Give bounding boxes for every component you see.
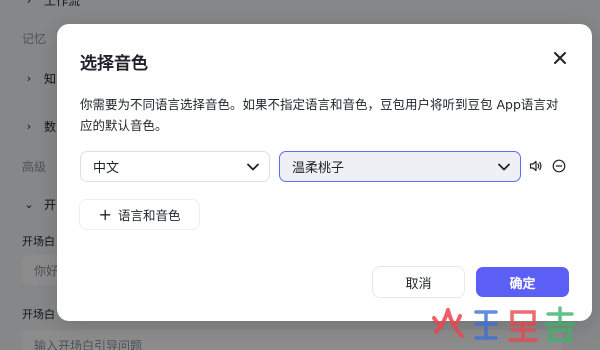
watermark-logo (430, 302, 580, 346)
chevron-down-icon (247, 161, 259, 173)
add-button-label: 语言和音色 (117, 208, 181, 223)
chevron-down-icon (498, 161, 510, 173)
plus-icon: + (98, 204, 112, 224)
voice-select-value: 温柔桃子 (292, 161, 345, 176)
add-language-voice-button[interactable]: + 语言和音色 (80, 200, 199, 229)
speaker-icon (529, 160, 542, 172)
watermark-graphic (432, 306, 576, 342)
dialog-description: 你需要为不同语言选择音色。如果不指定语言和音色，豆包用户将听到豆包 App语言对… (80, 97, 559, 133)
confirm-button[interactable]: 确定 (476, 267, 569, 297)
cancel-button[interactable]: 取消 (373, 267, 464, 297)
voice-select-dialog: 选择音色 你需要为不同语言选择音色。如果不指定语言和音色，豆包用户将听到豆包 A… (57, 24, 592, 321)
language-select-value: 中文 (93, 161, 120, 176)
play-voice-button[interactable] (528, 158, 544, 174)
remove-circle-icon (552, 159, 566, 173)
voice-select[interactable]: 温柔桃子 (279, 151, 521, 182)
remove-row-button[interactable] (551, 158, 567, 174)
dialog-title: 选择音色 (80, 54, 148, 74)
close-button[interactable] (550, 48, 570, 68)
language-select[interactable]: 中文 (80, 151, 270, 182)
close-icon (554, 52, 566, 64)
